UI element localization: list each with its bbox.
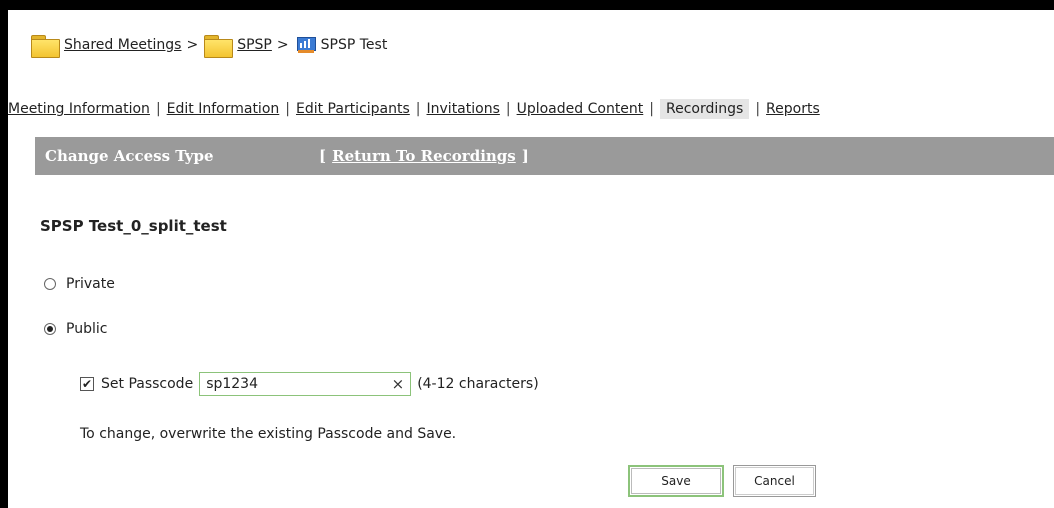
passcode-row: ✔ Set Passcode × (4-12 characters) — [80, 372, 539, 396]
tab-meeting-information[interactable]: Meeting Information — [8, 101, 150, 117]
public-radio[interactable] — [44, 323, 56, 335]
section-header-bar: Change Access Type [ Return To Recording… — [35, 137, 1054, 175]
checkmark-icon: ✔ — [81, 377, 93, 391]
breadcrumb-separator: > — [276, 37, 289, 53]
tab-recordings[interactable]: Recordings — [660, 99, 750, 119]
recording-name: SPSP Test_0_split_test — [40, 217, 227, 235]
meeting-tabs: Meeting Information | Edit Information |… — [8, 99, 820, 119]
tab-edit-information[interactable]: Edit Information — [167, 101, 280, 117]
breadcrumb-shared-meetings[interactable]: Shared Meetings — [64, 37, 181, 53]
breadcrumb-current: SPSP Test — [320, 37, 388, 53]
passcode-field[interactable]: × — [199, 372, 412, 396]
set-passcode-label: Set Passcode — [101, 376, 194, 392]
breadcrumb: Shared Meetings > SPSP > SPSP Test — [30, 32, 387, 58]
bracket-open: [ — [319, 147, 327, 165]
tab-invitations[interactable]: Invitations — [427, 101, 500, 117]
folder-icon — [203, 33, 234, 58]
meeting-icon — [296, 36, 316, 54]
breadcrumb-spsp[interactable]: SPSP — [237, 37, 272, 53]
bracket-close: ] — [521, 147, 529, 165]
passcode-note: To change, overwrite the existing Passco… — [80, 426, 457, 442]
cancel-button[interactable]: Cancel — [733, 465, 816, 497]
page-frame: Shared Meetings > SPSP > SPSP Test Meeti… — [8, 10, 1054, 508]
tab-edit-participants[interactable]: Edit Participants — [296, 101, 410, 117]
set-passcode-checkbox[interactable]: ✔ — [80, 377, 94, 391]
passcode-hint: (4-12 characters) — [417, 376, 539, 392]
passcode-input[interactable] — [206, 376, 377, 392]
breadcrumb-separator: > — [186, 37, 199, 53]
private-option[interactable]: Private — [44, 276, 115, 292]
section-title: Change Access Type — [45, 147, 214, 165]
folder-icon — [30, 33, 60, 58]
tab-uploaded-content[interactable]: Uploaded Content — [517, 101, 644, 117]
tab-reports[interactable]: Reports — [766, 101, 820, 117]
private-radio[interactable] — [44, 278, 56, 290]
private-label: Private — [66, 276, 115, 292]
return-to-recordings-link[interactable]: Return To Recordings — [332, 147, 516, 165]
clear-icon[interactable]: × — [392, 375, 405, 393]
public-label: Public — [66, 321, 108, 337]
save-button[interactable]: Save — [628, 465, 724, 497]
public-option[interactable]: Public — [44, 321, 107, 337]
